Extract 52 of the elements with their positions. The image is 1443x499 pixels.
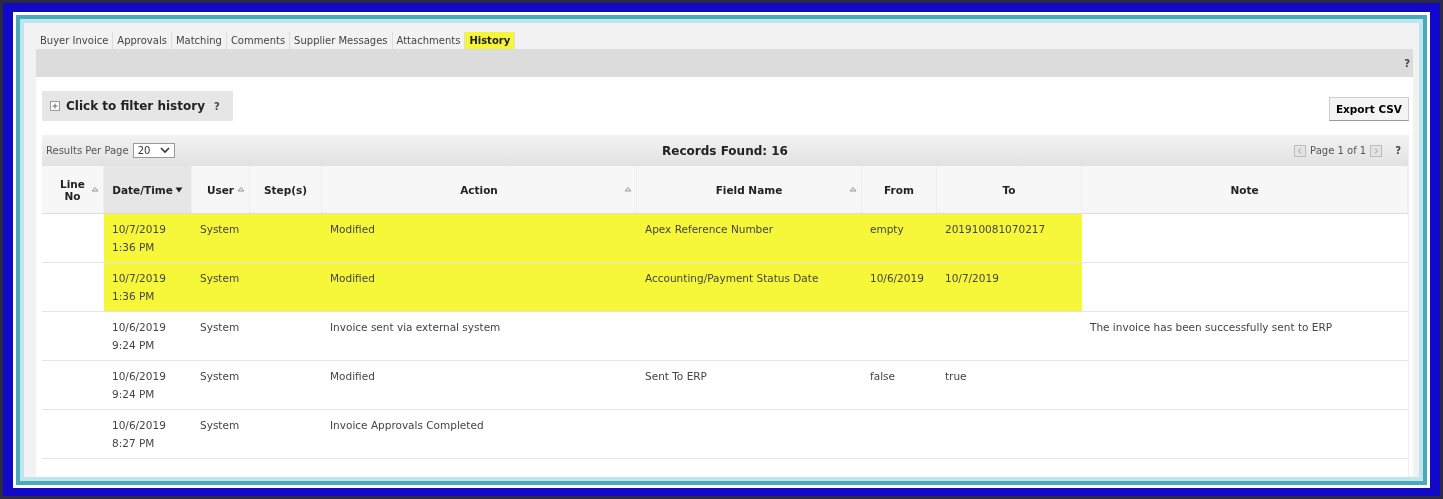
help-link[interactable]: ?	[1392, 145, 1404, 156]
column-header[interactable]: User	[192, 166, 250, 213]
records-found: Records Found: 16	[662, 143, 788, 158]
table-cell: 201910081070217	[937, 214, 1082, 262]
table-cell: Accounting/Payment Status Date	[637, 263, 862, 311]
column-header[interactable]: Step(s)	[250, 166, 322, 213]
caret-icon	[160, 147, 171, 154]
table-cell-text: Invoice Approvals Completed	[329, 418, 485, 433]
expand-icon[interactable]	[50, 101, 60, 111]
table-cell-text: 10/6/2019 8:27 PM	[111, 418, 167, 451]
table-cell: 10/7/2019	[937, 263, 1082, 311]
table-cell-text: The invoice has been successfully sent to ERP	[1089, 320, 1334, 335]
table-cell-text: System	[199, 369, 241, 384]
column-header[interactable]: To	[937, 166, 1082, 213]
sort-icon	[624, 186, 632, 192]
table-cell: System	[192, 214, 250, 262]
table-cell-text: 10/6/2019 9:24 PM	[111, 369, 167, 402]
help-link[interactable]: ?	[210, 100, 223, 112]
sort-icon	[849, 186, 857, 192]
table-cell-text: 10/6/2019 9:24 PM	[111, 320, 167, 353]
next-page-icon[interactable]	[1370, 144, 1383, 157]
page-indicator: Page 1 of 1	[1310, 145, 1367, 156]
table-cell-text: false	[869, 369, 896, 384]
table-cell-text: System	[199, 418, 241, 433]
column-header[interactable]: From	[862, 166, 937, 213]
filter-toggle[interactable]: Click to filter history	[66, 99, 205, 113]
table-cell: 10/7/2019 1:36 PM	[104, 263, 192, 311]
table-cell: System	[192, 263, 250, 311]
previous-page-icon[interactable]	[1294, 144, 1307, 157]
results-per-page-select[interactable]: 20	[132, 143, 176, 158]
column-header[interactable]: Action	[322, 166, 637, 213]
table-cell: empty	[862, 214, 937, 262]
table-cell: 10/6/2019	[862, 263, 937, 311]
table-cell-text: Sent To ERP	[644, 369, 708, 384]
column-header[interactable]: Date/Time	[104, 166, 192, 213]
table-cell: 10/7/2019 1:36 PM	[104, 214, 192, 262]
sort-descending-icon	[174, 186, 183, 193]
table-cell-text: Invoice sent via external system	[329, 320, 502, 335]
help-link[interactable]: ?	[1401, 57, 1413, 69]
table-cell: Apex Reference Number	[637, 214, 862, 262]
table-cell-text: true	[944, 369, 968, 384]
table-cell-text: System	[199, 320, 241, 335]
sort-icon	[91, 186, 99, 192]
sort-icon	[237, 186, 245, 192]
table-cell: Modified	[322, 263, 637, 311]
export-csv-button[interactable]: Export CSV	[1328, 97, 1409, 121]
table-cell: Modified	[322, 214, 637, 262]
column-header[interactable]: Field Name	[637, 166, 862, 213]
results-per-page-label: Results Per Page	[46, 145, 129, 156]
table-cell-text: Modified	[329, 369, 376, 384]
column-header[interactable]: Note	[1082, 166, 1408, 213]
tab[interactable]: History	[465, 32, 516, 49]
